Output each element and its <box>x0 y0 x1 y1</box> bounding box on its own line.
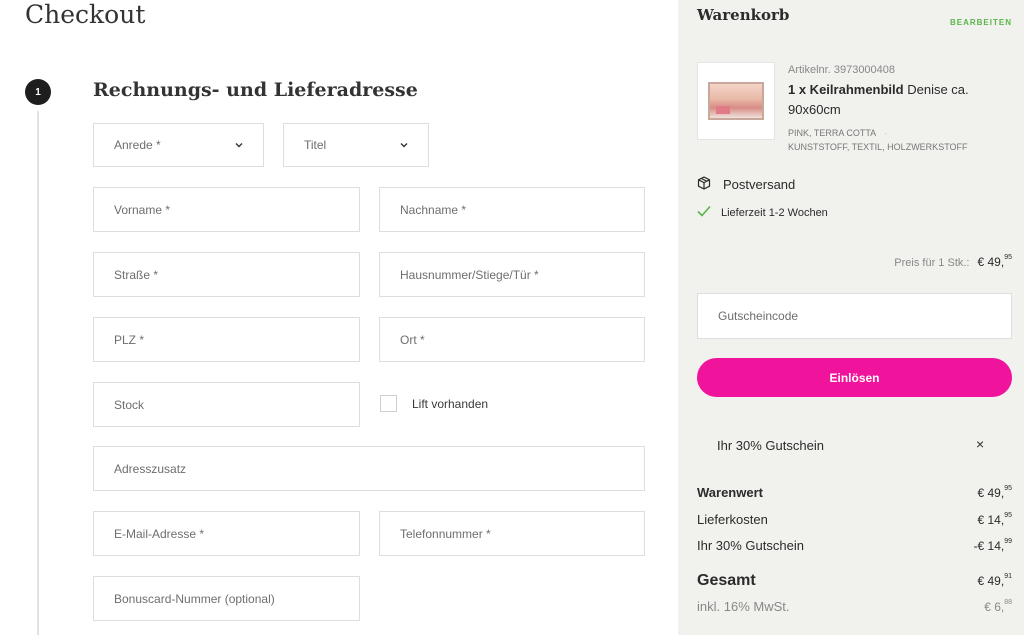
close-icon[interactable]: × <box>976 436 984 452</box>
unit-price-value: € 49,95 <box>977 254 1013 269</box>
street-field[interactable]: Straße * <box>93 252 360 297</box>
goods-value-row: Warenwert € 49,95 <box>697 485 1012 500</box>
coupon-discount-row: Ihr 30% Gutschein -€ 14,99 <box>697 538 1012 553</box>
redeem-button[interactable]: Einlösen <box>697 358 1012 397</box>
elevator-label: Lift vorhanden <box>412 396 489 411</box>
edit-cart-link[interactable]: BEARBEITEN <box>950 18 1012 27</box>
shipping-cost-row: Lieferkosten € 14,95 <box>697 512 1012 527</box>
bonuscard-field[interactable]: Bonuscard-Nummer (optional) <box>93 576 360 621</box>
email-field[interactable]: E-Mail-Adresse * <box>93 511 360 556</box>
product-name: 1 x Keilrahmenbild Denise ca. 90x60cm <box>788 80 988 120</box>
shipping-cost-amount: € 14,95 <box>977 512 1013 527</box>
house-number-field[interactable]: Hausnummer/Stiege/Tür * <box>379 252 645 297</box>
floor-field[interactable]: Stock <box>93 382 360 427</box>
coupon-code-input[interactable]: Gutscheincode <box>697 293 1012 339</box>
total-row: Gesamt € 49,91 <box>697 572 1012 590</box>
salutation-select[interactable]: Anrede * <box>93 123 264 167</box>
vat-label: inkl. 16% MwSt. <box>697 599 790 614</box>
shipping-label: Postversand <box>723 177 796 192</box>
title-select[interactable]: Titel <box>283 123 429 167</box>
unit-price: Preis für 1 Stk.: € 49,95 <box>894 254 1013 269</box>
total-label: Gesamt <box>697 572 756 589</box>
chevron-down-icon <box>235 141 243 149</box>
chevron-down-icon <box>400 141 408 149</box>
page-title: Checkout <box>25 0 146 29</box>
step-connector-line <box>37 111 39 635</box>
phone-field[interactable]: Telefonnummer * <box>379 511 645 556</box>
shipping-method: Postversand <box>697 176 795 193</box>
product-attributes: PINK, TERRA COTTA · KUNSTSTOFF, TEXTIL, … <box>788 126 1008 154</box>
last-name-field[interactable]: Nachname * <box>379 187 645 232</box>
applied-coupon-label: Ihr 30% Gutschein <box>717 438 824 453</box>
article-number: Artikelnr. 3973000408 <box>788 64 896 76</box>
check-icon <box>697 205 711 220</box>
salutation-select-value: Anrede * <box>114 138 161 152</box>
shipping-cost-label: Lieferkosten <box>697 512 768 527</box>
product-qty-name: 1 x Keilrahmenbild <box>788 82 904 97</box>
product-colors: PINK, TERRA COTTA <box>788 128 876 138</box>
product-thumbnail[interactable] <box>697 62 775 140</box>
first-name-field[interactable]: Vorname * <box>93 187 360 232</box>
cart-panel: Warenkorb BEARBEITEN Artikelnr. 39730004… <box>678 0 1024 635</box>
vat-row: inkl. 16% MwSt. € 6,88 <box>697 599 1012 614</box>
zip-field[interactable]: PLZ * <box>93 317 360 362</box>
product-materials: KUNSTSTOFF, TEXTIL, HOLZWERKSTOFF <box>788 142 968 152</box>
package-icon <box>697 176 711 193</box>
cart-title: Warenkorb <box>697 6 790 24</box>
elevator-option[interactable]: Lift vorhanden <box>380 395 488 412</box>
unit-price-label: Preis für 1 Stk.: <box>894 257 970 269</box>
coupon-discount-label: Ihr 30% Gutschein <box>697 538 804 553</box>
city-field[interactable]: Ort * <box>379 317 645 362</box>
total-amount: € 49,91 <box>977 573 1013 588</box>
elevator-checkbox[interactable] <box>380 395 397 412</box>
step-number-badge: 1 <box>25 79 51 105</box>
delivery-label: Lieferzeit 1-2 Wochen <box>721 206 828 219</box>
goods-value-amount: € 49,95 <box>977 485 1013 500</box>
delivery-time: Lieferzeit 1-2 Wochen <box>697 205 828 220</box>
coupon-discount-amount: -€ 14,99 <box>973 538 1012 553</box>
title-select-value: Titel <box>304 138 327 152</box>
product-image <box>708 82 764 120</box>
attr-separator: · <box>884 128 888 138</box>
vat-amount: € 6,88 <box>984 599 1012 614</box>
section-title: Rechnungs- und Lieferadresse <box>93 79 418 101</box>
address-extra-field[interactable]: Adresszusatz <box>93 446 645 491</box>
goods-value-label: Warenwert <box>697 485 763 500</box>
